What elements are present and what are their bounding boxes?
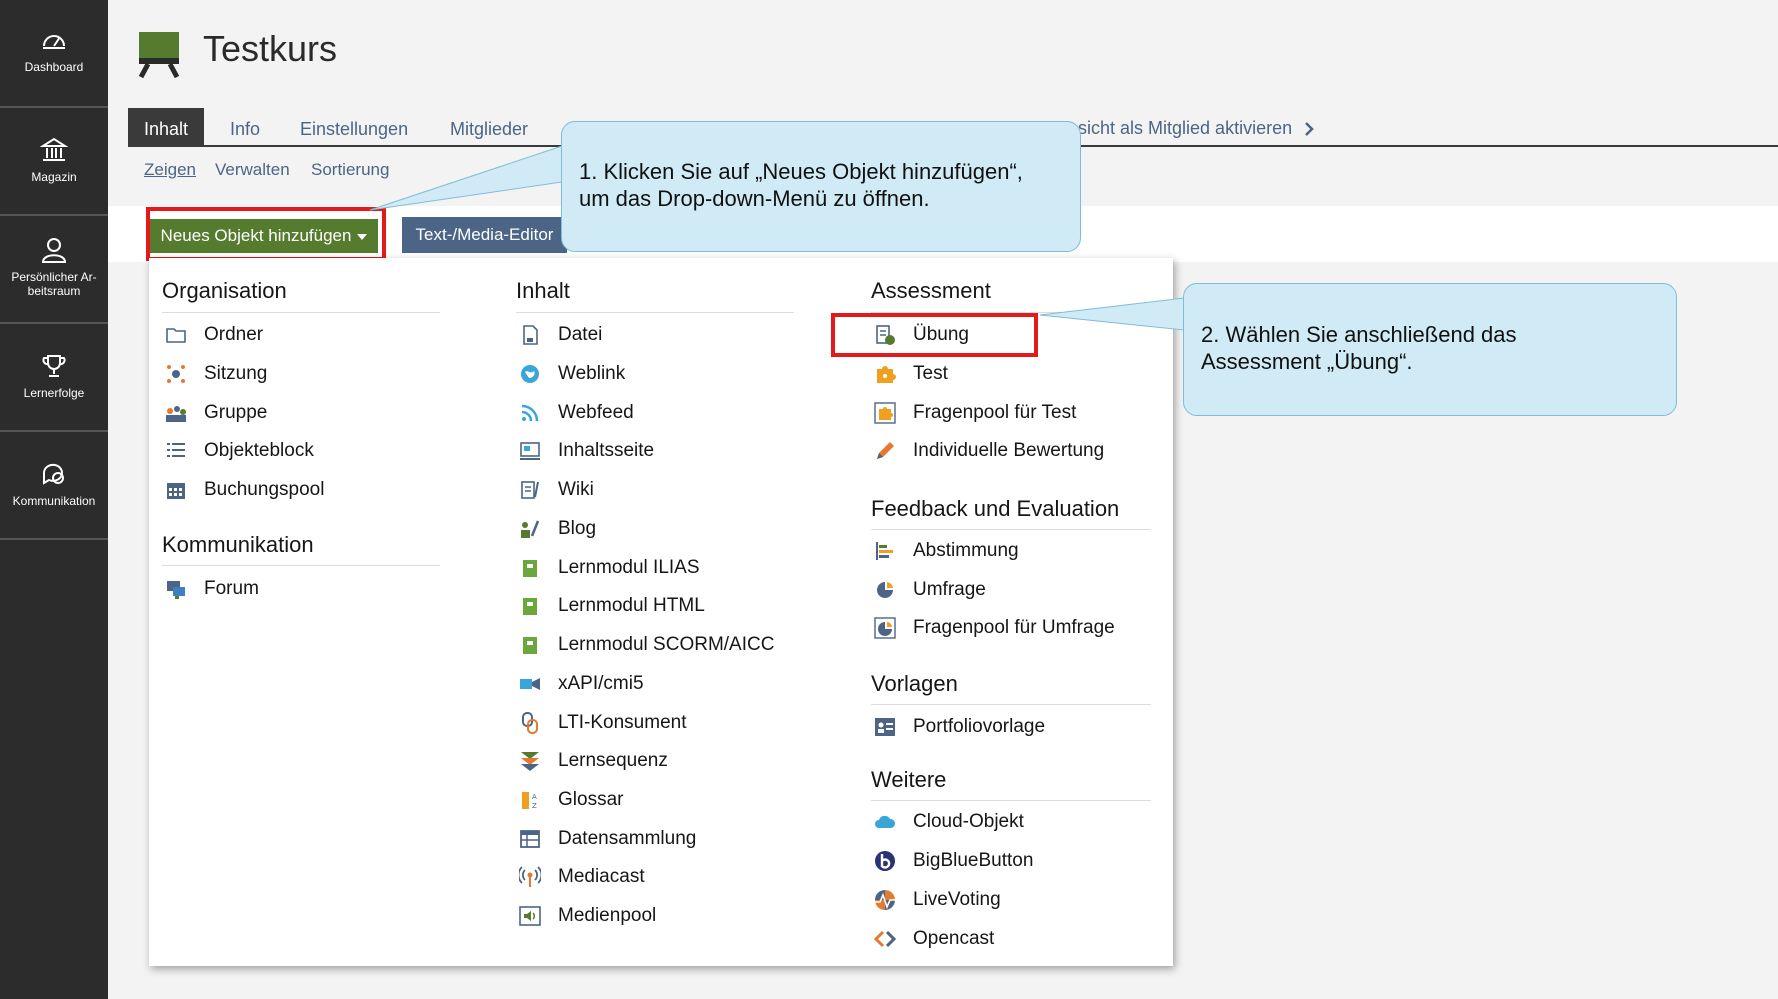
divider — [871, 800, 1151, 801]
dashboard-icon — [43, 35, 65, 49]
question-pool-survey-icon — [874, 617, 896, 639]
poll-icon — [876, 542, 893, 560]
tab-info[interactable]: Info — [230, 108, 260, 146]
xapi-icon — [520, 678, 540, 690]
callout-step-2-line1: 2. Wählen Sie anschließend das — [1201, 322, 1517, 347]
sidebar-item-dashboard[interactable]: Dashboard — [0, 0, 108, 108]
media-pool-icon — [519, 906, 541, 926]
file-icon — [523, 325, 538, 345]
globe-icon — [521, 365, 539, 383]
sidebar: Dashboard Magazin Persönlicher Ar-beitsr… — [0, 0, 108, 999]
wiki-icon — [521, 481, 539, 499]
blog-icon — [521, 520, 540, 538]
calendar-icon — [167, 483, 185, 499]
table-icon — [520, 830, 540, 848]
cloud-icon — [875, 815, 896, 828]
user-icon — [41, 238, 67, 263]
sidebar-item-label: Persönlicher Ar-beitsraum — [11, 270, 97, 298]
link-chain-icon — [522, 712, 538, 734]
sequence-icon — [521, 752, 539, 771]
livevoting-icon — [875, 890, 895, 910]
add-object-dropdown: Organisation Ordner Sitzung Gruppe Objek… — [149, 258, 1173, 966]
group-title-assessment: Assessment — [871, 278, 991, 303]
subtab-verwalten[interactable]: Verwalten — [215, 160, 290, 180]
callout-step-2: 2. Wählen Sie anschließend das Assessmen… — [1183, 283, 1677, 416]
svg-text:Z: Z — [532, 802, 537, 810]
divider — [871, 312, 1151, 313]
content-page-icon — [520, 442, 540, 460]
callout-step-1-line1: 1. Klicken Sie auf „Neues Objekt hinzufü… — [579, 159, 1023, 184]
divider — [871, 529, 1151, 530]
trophy-icon — [42, 355, 66, 377]
subtab-sortierung[interactable]: Sortierung — [311, 160, 389, 180]
page: Dashboard Magazin Persönlicher Ar-beitsr… — [0, 0, 1778, 999]
tab-einstellungen[interactable]: Einstellungen — [300, 108, 408, 146]
bank-icon — [40, 137, 68, 161]
learning-module-icon — [523, 560, 537, 577]
text-media-editor-button[interactable]: Text-/Media-Editor — [402, 217, 567, 253]
question-pool-test-icon — [874, 402, 896, 424]
member-view-link[interactable]: nsicht als Mitglied aktivieren — [1068, 118, 1315, 139]
sidebar-item-label: Dashboard — [24, 60, 84, 74]
list-icon — [167, 443, 185, 457]
add-object-button[interactable]: Neues Objekt hinzufügen — [150, 219, 378, 253]
caret-down-icon — [357, 233, 368, 240]
svg-text:A: A — [532, 793, 537, 801]
opencast-icon — [874, 930, 896, 948]
group-title-kommunikation: Kommunikation — [162, 532, 314, 557]
callout-step-1-line2: um das Drop-down-Menü zu öffnen. — [579, 186, 930, 211]
course-board-icon — [138, 32, 180, 78]
divider — [162, 312, 440, 313]
sidebar-item-label: Lernerfolge — [23, 386, 85, 400]
add-object-label: Neues Objekt hinzufügen — [160, 226, 352, 245]
survey-icon — [877, 582, 893, 598]
bigbluebutton-icon — [875, 851, 895, 871]
group-title-inhalt: Inhalt — [516, 278, 570, 303]
divider — [516, 312, 794, 313]
learning-module-scorm-icon — [523, 637, 537, 654]
pencil-icon — [877, 442, 894, 459]
subtab-zeigen[interactable]: Zeigen — [144, 160, 196, 180]
sidebar-item-label: Magazin — [31, 170, 77, 184]
chat-icon — [42, 463, 64, 485]
callout-step-2-line2: Assessment „Übung“. — [1201, 349, 1413, 374]
sidebar-item-lernerfolge[interactable]: Lernerfolge — [0, 324, 108, 432]
page-title: Testkurs — [203, 28, 338, 69]
sidebar-item-magazin[interactable]: Magazin — [0, 108, 108, 216]
group-title-feedback: Feedback und Evaluation — [871, 496, 1120, 521]
exercise-icon — [876, 325, 895, 345]
group-title-organisation: Organisation — [162, 278, 287, 303]
divider — [871, 704, 1151, 705]
forum-icon — [167, 581, 185, 599]
glossary-icon: AZ — [522, 792, 537, 810]
group-icon — [166, 406, 186, 422]
puzzle-icon — [877, 366, 896, 383]
sidebar-item-kommunikation[interactable]: Kommunikation — [0, 432, 108, 540]
portfolio-template-icon — [875, 718, 895, 736]
rss-icon — [521, 404, 539, 422]
folder-icon — [166, 328, 186, 343]
callout-step-1: 1. Klicken Sie auf „Neues Objekt hinzufü… — [561, 121, 1081, 252]
tab-inhalt[interactable]: Inhalt — [128, 108, 205, 146]
chevron-right-icon — [1305, 122, 1314, 137]
sidebar-item-persoenlicher-arbeitsraum[interactable]: Persönlicher Ar-beitsraum — [0, 216, 108, 324]
sidebar-item-label: Kommunikation — [12, 494, 96, 508]
group-title-vorlagen: Vorlagen — [871, 671, 958, 696]
divider — [162, 565, 440, 566]
broadcast-icon — [519, 866, 541, 887]
session-icon — [167, 365, 185, 383]
member-view-label: nsicht als Mitglied aktivieren — [1068, 118, 1293, 138]
tab-mitglieder[interactable]: Mitglieder — [450, 108, 528, 146]
group-title-weitere: Weitere — [871, 767, 947, 792]
learning-module-html-icon — [523, 598, 537, 615]
